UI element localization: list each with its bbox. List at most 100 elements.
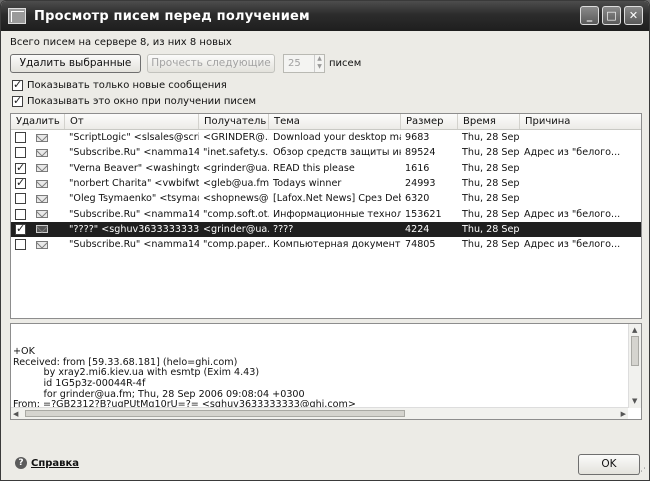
subject-cell: Todays winner	[273, 178, 342, 190]
delete-cell	[11, 193, 65, 205]
column-header-recipient[interactable]: Получатель	[199, 114, 269, 129]
letters-unit-label: писем	[329, 58, 362, 69]
letters-count-value: 25	[288, 58, 301, 69]
delete-cell	[11, 176, 65, 190]
help-label: Справка	[31, 457, 80, 469]
delete-cell	[11, 239, 65, 251]
time-cell: Thu, 28 Sep...	[462, 193, 520, 205]
column-header-from[interactable]: От	[65, 114, 199, 129]
read-next-button[interactable]: Прочесть следующие	[147, 54, 275, 73]
horizontal-scroll-thumb[interactable]	[25, 410, 405, 417]
subject-cell: Компьютерная документа...	[273, 239, 401, 251]
raw-header-line: id 1G5p3z-00044R-4f	[13, 377, 146, 389]
column-header-size[interactable]: Размер	[401, 114, 458, 129]
time-cell: Thu, 28 Sep...	[462, 132, 520, 144]
reason-cell: Адрес из "белого...	[524, 208, 621, 220]
delete-checkbox[interactable]	[15, 161, 26, 174]
size-cell: 24993	[405, 178, 436, 190]
raw-header-view[interactable]: +OK Received: from [59.33.68.181] (helo=g…	[10, 323, 642, 420]
delete-checkbox[interactable]	[15, 132, 26, 144]
message-row[interactable]: "ScriptLogic" <slsales@script... <GRINDER…	[11, 130, 641, 145]
delete-cell	[11, 208, 65, 220]
message-row[interactable]: "????" <sghuv3633333333@... <grinder@ua..…	[11, 221, 641, 238]
column-header-delete[interactable]: Удалить	[11, 114, 65, 129]
show-new-only-checkbox[interactable]	[12, 78, 23, 91]
horizontal-scrollbar[interactable]: ◀ ▶	[11, 407, 628, 419]
message-row[interactable]: "Subscribe.Ru" <namma149... "comp.paper..…	[11, 237, 641, 252]
scroll-left-icon[interactable]: ◀	[13, 409, 18, 419]
scroll-down-icon[interactable]: ▼	[632, 396, 637, 407]
time-cell: Thu, 28 Sep...	[462, 208, 520, 220]
letters-count-stepper[interactable]: 25 ▲ ▼	[283, 54, 325, 73]
envelope-icon	[36, 225, 48, 234]
time-cell: Thu, 28 Sep...	[462, 178, 520, 190]
envelope-icon	[36, 179, 48, 188]
message-row[interactable]: "Oleg Tsymaenko" <tsyma@... <shopnews@...…	[11, 191, 641, 206]
message-row[interactable]: "Verna Beaver" <washington... <grinder@ua…	[11, 161, 641, 176]
column-header-reason[interactable]: Причина	[520, 114, 641, 129]
message-list[interactable]: Удалить От Получатель Тема Размер Время …	[10, 113, 642, 319]
show-on-receive-option[interactable]: Показывать это окно при получении писем	[12, 94, 257, 107]
message-row[interactable]: "Subscribe.Ru" <namma149... "comp.soft.ot…	[11, 206, 641, 221]
delete-checkbox[interactable]	[15, 176, 26, 190]
minimize-button[interactable]: _	[580, 6, 599, 25]
delete-cell	[11, 161, 65, 174]
resize-grip-icon[interactable]: ⋰	[637, 467, 646, 477]
message-row[interactable]: "Subscribe.Ru" <namma149... "inet.safety.…	[11, 145, 641, 160]
show-new-only-option[interactable]: Показывать только новые сообщения	[12, 78, 227, 91]
delete-selected-button[interactable]: Удалить выбранные	[10, 54, 141, 73]
maximize-button[interactable]: □	[602, 6, 621, 25]
show-on-receive-checkbox[interactable]	[12, 94, 23, 107]
recipient-cell: <grinder@ua...	[203, 223, 269, 235]
reason-cell: Адрес из "белого...	[524, 147, 621, 159]
scroll-up-icon[interactable]: ▲	[632, 325, 637, 336]
envelope-icon	[36, 240, 48, 249]
message-row[interactable]: "norbert Charita" <vwbifwti... <gleb@ua.f…	[11, 176, 641, 191]
recipient-cell: "comp.paper....	[203, 239, 269, 251]
time-cell: Thu, 28 Sep...	[462, 162, 520, 174]
help-icon: ?	[15, 457, 27, 469]
column-header-time[interactable]: Время	[458, 114, 520, 129]
delete-checkbox[interactable]	[15, 147, 26, 159]
message-list-header: Удалить От Получатель Тема Размер Время …	[11, 114, 641, 130]
time-cell: Thu, 28 Sep...	[462, 239, 520, 251]
subject-cell: ????	[273, 223, 294, 235]
delete-cell	[11, 222, 65, 235]
column-header-subject[interactable]: Тема	[269, 114, 401, 129]
show-new-only-label: Показывать только новые сообщения	[27, 80, 227, 91]
size-cell: 153621	[405, 208, 442, 220]
summary-label: Всего писем на сервере 8, из них 8 новых	[10, 37, 232, 48]
delete-checkbox[interactable]	[15, 239, 26, 251]
mail-app-icon	[8, 8, 26, 24]
show-on-receive-label: Показывать это окно при получении писем	[27, 96, 257, 107]
scroll-right-icon[interactable]: ▶	[621, 409, 626, 419]
subject-cell: Обзор средств защиты ин...	[273, 147, 401, 159]
from-cell: "Oleg Tsymaenko" <tsyma@...	[69, 193, 199, 205]
size-cell: 89524	[405, 147, 436, 159]
title-bar[interactable]: Просмотр писем перед получением _ □ ✕	[1, 1, 649, 31]
delete-cell	[11, 132, 65, 144]
ok-button[interactable]: OK	[578, 454, 640, 475]
delete-checkbox[interactable]	[15, 222, 26, 235]
from-cell: "norbert Charita" <vwbifwti...	[69, 178, 199, 190]
vertical-scrollbar[interactable]: ▲ ▼	[628, 324, 641, 408]
delete-checkbox[interactable]	[15, 208, 26, 220]
envelope-icon	[36, 148, 48, 157]
delete-cell	[11, 147, 65, 159]
stepper-arrows-icon[interactable]: ▲ ▼	[314, 55, 324, 72]
time-cell: Thu, 28 Sep...	[462, 223, 520, 235]
subject-cell: Download your desktop man...	[273, 132, 401, 144]
recipient-cell: <gleb@ua.fm...	[203, 178, 269, 190]
size-cell: 74805	[405, 239, 436, 251]
message-rows: "ScriptLogic" <slsales@script... <GRINDER…	[11, 130, 641, 252]
vertical-scroll-thumb[interactable]	[631, 336, 639, 366]
delete-checkbox[interactable]	[15, 193, 26, 205]
window-title: Просмотр писем перед получением	[34, 8, 310, 24]
close-button[interactable]: ✕	[624, 6, 643, 25]
from-cell: "Subscribe.Ru" <namma149...	[69, 208, 199, 220]
from-cell: "Subscribe.Ru" <namma149...	[69, 239, 199, 251]
recipient-cell: "inet.safety.s...	[203, 147, 269, 159]
help-link[interactable]: ? Справка	[15, 457, 79, 469]
preview-window: Просмотр писем перед получением _ □ ✕ Вс…	[0, 0, 650, 481]
from-cell: "ScriptLogic" <slsales@script...	[69, 132, 199, 144]
